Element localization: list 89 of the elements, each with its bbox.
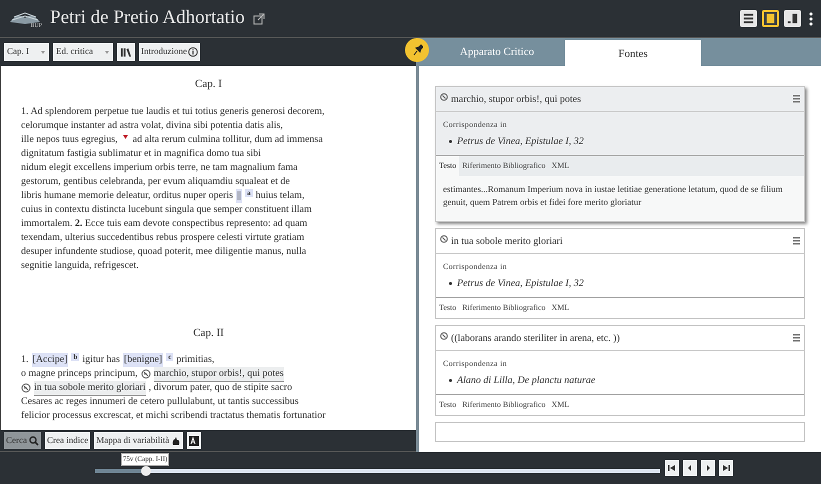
source-title: ((laborans arando steriliter in arena, etc. )) [451, 332, 620, 346]
more-menu-icon[interactable] [809, 12, 813, 26]
chapter-heading: Cap. I [194, 77, 223, 92]
variant-reading[interactable]: || [236, 188, 242, 202]
section-label: Corrispondenza in [443, 119, 508, 131]
panel-tab[interactable]: Fontes [565, 40, 701, 68]
last-page-icon [721, 463, 731, 473]
text-line: dignitatum fastigia sublimatur et in magnifica domo tua sibi [21, 146, 261, 160]
source-title: in tua sobole merito gloriari [451, 234, 563, 248]
card-tab[interactable]: Testo [436, 395, 460, 415]
text-line: primitias, [176, 353, 214, 367]
bullet-icon [449, 282, 452, 285]
text-line: cuius in contextu distincta lucebunt singula que semper constituent illam [21, 202, 312, 216]
slider-thumb[interactable] [140, 466, 151, 476]
font-size-icon [189, 436, 200, 446]
pin-icon [411, 44, 423, 56]
intro-button[interactable]: Introduzione [138, 43, 200, 61]
font-size-button[interactable] [187, 432, 202, 449]
window-title: Petri de Pretio Adhortatio [50, 6, 245, 30]
chapter-dropdown[interactable]: Cap. I [4, 43, 49, 61]
external-link-icon[interactable] [252, 12, 265, 24]
source-text: estimantes...Romanum Imperium nova in iustae letitiae generatione letatum, quod de se filium genuit, quem Patrem orbis et fidei fore merito gloriatur [443, 183, 784, 209]
section-label: Corrispondenza in [443, 358, 508, 370]
text-line: desuper infundente studiose, quoad poterit, mee diligentie manus, nulla [21, 244, 306, 258]
view-button[interactable] [784, 10, 801, 27]
source-reference: Alano di Lilla, De planctu naturae [457, 374, 596, 388]
variant-reading[interactable]: [benigne] [122, 353, 164, 367]
source-card[interactable]: ((laborans arando steriliter in arena, etc. )) Corrispondenza in Alano di Lilla, De planctu naturae Testo Riferimento Bibliografico XML [435, 325, 805, 416]
caret-icon [104, 50, 110, 54]
text-line: texendam, ulterius succedentibus rebus prospere celesti virtute gratiam [21, 230, 304, 244]
view-button[interactable] [740, 10, 757, 27]
layout-icon [786, 12, 799, 25]
next-page-button[interactable] [701, 460, 715, 476]
caret-icon [40, 50, 46, 54]
first-page-icon [667, 463, 677, 473]
bullet-icon [449, 379, 452, 382]
last-page-button[interactable] [719, 460, 733, 476]
text-line: libris humane memorie deleatur, orditus nuper operis [21, 188, 234, 202]
card-tab[interactable]: XML [548, 156, 572, 176]
books-icon [120, 46, 132, 58]
list-icon[interactable] [793, 95, 800, 103]
layout-icon [742, 12, 755, 25]
card-tab[interactable]: Riferimento Bibliografico [459, 298, 549, 318]
source-title: marchio, stupor orbis!, qui potes [451, 92, 581, 106]
info-icon [188, 47, 198, 57]
text-line: celorumque instanter ad astra volat, divina sibi potentia datis alis, [21, 118, 283, 132]
card-tab[interactable]: Testo [436, 156, 460, 176]
variant-reading[interactable]: [Accipe] [32, 353, 68, 367]
previous-page-button[interactable] [683, 460, 697, 476]
variability-map-button[interactable]: Mappa di variabilità [94, 432, 184, 449]
text-line: ille nepos tuus egregius, [21, 132, 118, 146]
text-line: segnitie languida, refrigescet. [21, 258, 139, 272]
text-line: ad alta rerum culmina tollitur, dum ad immensa [132, 132, 323, 146]
note-marker-icon[interactable] [122, 134, 128, 138]
text-line: igitur has [82, 353, 120, 367]
card-tab[interactable]: Riferimento Bibliografico [459, 395, 549, 415]
text-line: Cesares ac reges innumeri de cetero pullulabunt, ut tantis successibus [21, 395, 299, 409]
list-icon[interactable] [793, 237, 800, 245]
search-icon [28, 436, 39, 446]
card-tab[interactable]: XML [548, 298, 572, 318]
text-line: 1. Ad splendorem perpetue tue laudis et tui totius generis generosi decorem, [21, 104, 325, 118]
text-line: immortalem. 2. Ecce tuis eam devote conspectibus represento: ad quam [21, 216, 308, 230]
text-line: 1. [21, 353, 28, 367]
source-card[interactable] [435, 86, 805, 222]
text-line: , divorum pater, quo de stipite sacro [148, 381, 292, 395]
card-tab[interactable]: XML [548, 395, 572, 415]
card-tab[interactable]: Riferimento Bibliografico [459, 156, 549, 176]
text-line: nidum elegit excellens imperium orbis terre, ne tam magnalium fama [21, 160, 298, 174]
source-reference: Petrus de Vinea, Epistulae I, 32 [457, 277, 584, 291]
source-card[interactable]: in tua sobole merito gloriari Corrispondenza in Petrus de Vinea, Epistulae I, 32 Testo Riferimento Bibliografico XML [435, 228, 805, 319]
bullet-icon [449, 140, 452, 143]
text-line: gestorum, gentibus celebranda, per evum aliquamdiu squaleat et de [21, 174, 290, 188]
first-page-button[interactable] [665, 460, 679, 476]
search-button[interactable]: Cerca [4, 432, 41, 449]
source-quotation[interactable]: in tua sobole merito gloriari [34, 380, 146, 396]
library-button[interactable] [116, 43, 135, 61]
chapter-heading: Cap. II [192, 326, 225, 340]
view-button[interactable] [762, 10, 779, 27]
text-line: o magne princeps principum, [21, 367, 138, 381]
index-button[interactable]: Crea indice [44, 432, 90, 449]
card-tab[interactable]: Testo [436, 298, 460, 318]
edition-dropdown[interactable]: Ed. critica [53, 43, 113, 61]
text-line: felicior processus excrescat, et michi scribendi tractatus thematis fortunatior [21, 409, 326, 423]
source-reference: Petrus de Vinea, Epistulae I, 32 [457, 135, 584, 149]
text-line: huius telam, [256, 188, 304, 202]
source-quotation[interactable]: marchio, stupor orbis!, qui potes [154, 366, 284, 382]
layout-icon [764, 12, 777, 25]
list-icon[interactable] [793, 334, 800, 342]
section-label: Corrispondenza in [443, 261, 508, 273]
